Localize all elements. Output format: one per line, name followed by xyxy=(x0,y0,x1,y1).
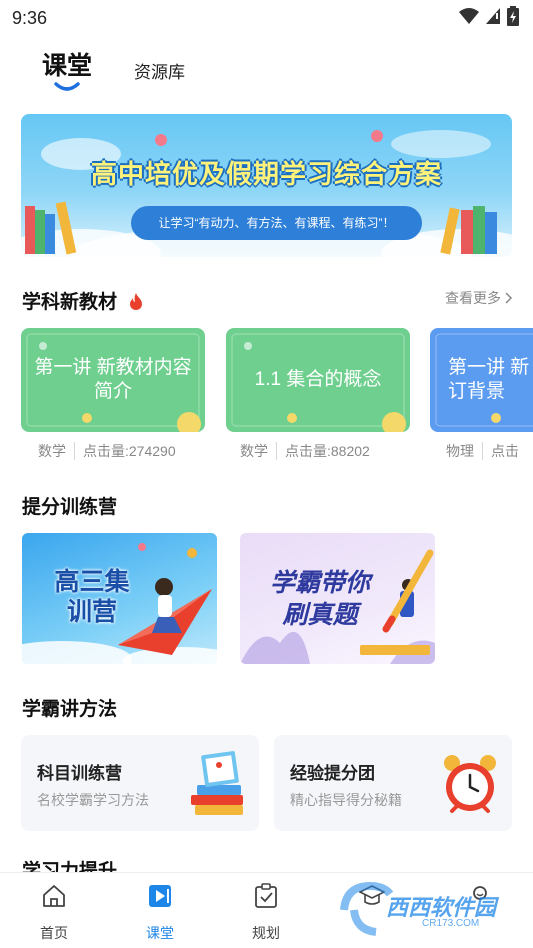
wifi-icon xyxy=(459,8,479,24)
top-tabs: 课堂 资源库 xyxy=(0,36,533,100)
fire-icon xyxy=(130,293,143,310)
section-title-peek: 学习力提升 xyxy=(22,861,118,872)
course-card[interactable]: 1.1 集合的概念 xyxy=(226,328,410,432)
course-meta: 数学 点击量:274290 xyxy=(38,441,176,461)
camp-card-label: 学霸带你刷真题 xyxy=(269,569,370,629)
nav-item-home[interactable]: 首页 xyxy=(14,873,94,948)
promo-banner[interactable]: 高中培优及假期学习综合方案 让学习“有动力、有方法、有课程、有练习”！ xyxy=(21,114,512,257)
alarm-clock-icon xyxy=(444,755,496,813)
course-card-title: 1.1 集合的概念 xyxy=(254,369,382,390)
course-meta: 数学 点击量:88202 xyxy=(240,441,370,461)
watermark-subtext: CR173.COM xyxy=(422,918,480,929)
course-clicks: 点击 xyxy=(491,443,519,459)
see-more-link[interactable]: 查看更多 xyxy=(445,288,513,308)
method-card-subject-camp[interactable]: 科目训练营 名校学霸学习方法 xyxy=(21,735,259,831)
section-title-training-camp: 提分训练营 xyxy=(22,497,118,518)
course-meta: 物理 点击 xyxy=(446,441,519,461)
method-card-subtitle: 精心指导得分秘籍 xyxy=(290,792,402,808)
chevron-right-icon xyxy=(505,292,513,304)
camp-card-senior[interactable]: 高三集训营 xyxy=(22,533,217,664)
course-card[interactable]: 第一讲 新订背景 xyxy=(430,328,533,432)
course-subject: 物理 xyxy=(446,443,474,459)
meta-divider xyxy=(74,442,75,460)
section-title-methods: 学霸讲方法 xyxy=(22,699,118,720)
status-icons xyxy=(459,6,519,26)
video-play-icon xyxy=(149,885,171,907)
course-subject: 数学 xyxy=(38,443,66,459)
nav-label: 规划 xyxy=(252,925,280,941)
signal-icon xyxy=(486,8,500,24)
books-icon xyxy=(191,751,243,815)
course-card-title: 第一讲 新订背景 xyxy=(448,357,530,402)
camp-card-label: 高三集训营 xyxy=(54,568,130,626)
method-card-experience[interactable]: 经验提分团 精心指导得分秘籍 xyxy=(274,735,512,831)
checklist-icon xyxy=(255,883,277,908)
tab-classroom[interactable]: 课堂 xyxy=(42,46,92,82)
nav-item-plan[interactable]: 规划 xyxy=(226,873,306,948)
course-card[interactable]: 第一讲 新教材内容简介 xyxy=(21,328,205,432)
course-card-title: 第一讲 新教材内容简介 xyxy=(34,357,192,402)
method-card-title: 科目训练营 xyxy=(37,764,122,783)
method-card-title: 经验提分团 xyxy=(290,764,375,783)
home-icon xyxy=(43,885,65,907)
nav-label: 课堂 xyxy=(146,925,174,941)
battery-icon xyxy=(507,6,519,26)
section-title-new-textbooks: 学科新教材 xyxy=(22,287,144,314)
tab-active-indicator xyxy=(54,82,80,91)
status-bar: 9:36 xyxy=(0,0,533,36)
watermark-logo: 西西软件园 CR173.COM xyxy=(340,880,518,940)
section-title-text: 学科新教材 xyxy=(22,292,118,313)
banner-subtitle: 让学习“有动力、有方法、有课程、有练习”！ xyxy=(131,206,422,240)
nav-item-classroom[interactable]: 课堂 xyxy=(120,873,200,948)
course-clicks: 点击量:274290 xyxy=(83,443,176,459)
nav-label: 首页 xyxy=(40,925,68,941)
status-time: 9:36 xyxy=(12,8,48,28)
meta-divider xyxy=(482,442,483,460)
see-more-label: 查看更多 xyxy=(445,290,501,306)
course-subject: 数学 xyxy=(240,443,268,459)
meta-divider xyxy=(276,442,277,460)
method-card-subtitle: 名校学霸学习方法 xyxy=(37,792,149,808)
tab-resource-library[interactable]: 资源库 xyxy=(134,58,185,83)
course-card-row: 第一讲 新教材内容简介 数学 点击量:274290 1.1 集合的概念 数学 点… xyxy=(0,328,533,468)
course-clicks: 点击量:88202 xyxy=(285,443,370,459)
banner-title: 高中培优及假期学习综合方案 xyxy=(90,159,442,189)
camp-card-exam[interactable]: 学霸带你刷真题 xyxy=(240,533,435,664)
